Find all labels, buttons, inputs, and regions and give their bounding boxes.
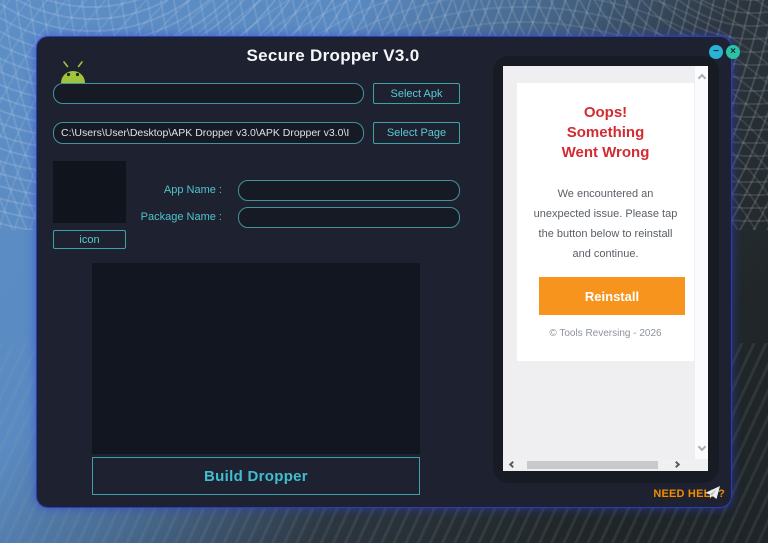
error-heading-line: Something [517,123,694,143]
close-icon: × [730,47,736,57]
scrollbar-thumb[interactable] [527,461,658,469]
app-name-input[interactable] [238,180,460,201]
error-card: Oops! Something Went Wrong We encountere… [517,83,694,361]
reinstall-button[interactable]: Reinstall [539,277,685,315]
copyright-text: © Tools Reversing - 2026 [517,328,694,339]
package-name-input[interactable] [238,207,460,228]
error-heading-line: Went Wrong [517,143,694,163]
app-window: Secure Dropper V3.0 − × Select Apk Selec… [36,36,732,508]
apk-path-input[interactable] [53,83,364,104]
scroll-down-icon[interactable] [697,443,705,451]
phone-preview-frame: Oops! Something Went Wrong We encountere… [493,56,719,483]
minimize-icon: − [713,47,719,57]
page-path-input[interactable] [53,122,364,144]
scroll-up-icon[interactable] [697,74,705,82]
scroll-right-icon[interactable] [673,461,680,468]
icon-button[interactable]: icon [53,230,126,249]
phone-viewport: Oops! Something Went Wrong We encountere… [503,66,708,471]
dropper-preview-panel [92,263,420,454]
desktop-background: Secure Dropper V3.0 − × Select Apk Selec… [0,0,768,543]
error-heading-line: Oops! [517,103,694,123]
minimize-button[interactable]: − [709,45,723,59]
app-name-label: App Name : [77,180,222,201]
vertical-scrollbar[interactable] [695,66,708,459]
horizontal-scrollbar[interactable] [503,459,708,471]
telegram-icon [705,486,721,500]
select-page-button[interactable]: Select Page [373,122,460,144]
error-body-text: We encountered an unexpected issue. Plea… [533,184,679,264]
build-dropper-button[interactable]: Build Dropper [92,457,420,495]
select-apk-button[interactable]: Select Apk [373,83,460,104]
need-help-link[interactable]: NEED HELP? [653,488,727,502]
close-button[interactable]: × [726,45,740,59]
package-name-label: Package Name : [77,207,222,228]
android-icon [58,61,88,83]
scroll-left-icon[interactable] [509,461,516,468]
